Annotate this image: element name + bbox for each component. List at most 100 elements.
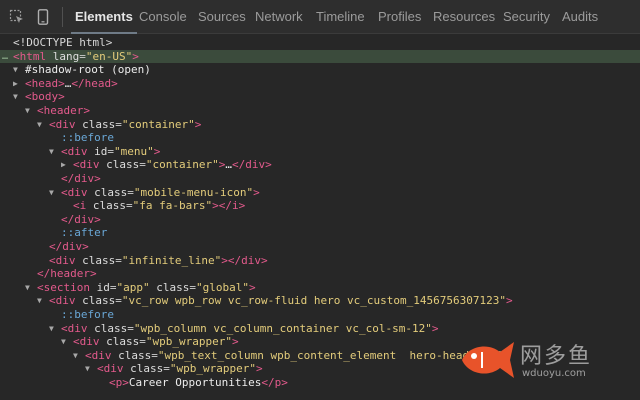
expand-triangle-icon[interactable]: ▼ (61, 335, 73, 348)
dom-token-punct: = (79, 49, 86, 63)
expand-triangle-icon[interactable]: ▼ (49, 145, 61, 158)
dom-token-val: "fa fa-bars" (132, 199, 213, 213)
dom-token-attr: id (89, 280, 110, 294)
dom-token-tag: <div (49, 253, 76, 267)
dom-token-punct: = (127, 185, 134, 199)
dom-node-line[interactable]: ▼ #shadow-root (open) (0, 63, 640, 76)
dom-token-doctype: <!DOCTYPE html> (13, 36, 113, 49)
tab-audits[interactable]: Audits (562, 0, 598, 34)
dom-token-attr: class (86, 199, 126, 213)
dom-token-tag: </p> (261, 376, 288, 389)
dom-token-punct: = (127, 321, 134, 335)
dom-node-line[interactable]: <!DOCTYPE html> (0, 36, 640, 49)
dom-token-tag: <div (61, 144, 88, 158)
dom-token-punct: = (139, 158, 146, 172)
expand-triangle-icon[interactable]: ▼ (73, 349, 85, 362)
expand-triangle-icon[interactable]: ▼ (13, 90, 25, 103)
dom-node-line[interactable]: ▼ <div class="mobile-menu-icon"> (0, 186, 640, 199)
node-more-ellipsis[interactable]: … (2, 50, 8, 63)
expand-triangle-icon[interactable]: ▼ (85, 362, 97, 375)
dom-node-line[interactable]: <div class="infinite_line"></div> (0, 254, 640, 267)
dom-token-tag: <div (73, 335, 100, 349)
expand-triangle-icon[interactable]: ▼ (49, 186, 61, 199)
dom-token-val: "container" (121, 117, 195, 131)
dom-node-line[interactable]: ▼ <section id="app" class="global"> (0, 281, 640, 294)
tab-console[interactable]: Console (139, 0, 187, 34)
dom-token-attr: class (75, 294, 116, 308)
device-mode-icon[interactable] (34, 8, 52, 26)
dom-node-line[interactable]: ::before (0, 131, 640, 144)
tab-security[interactable]: Security (503, 0, 550, 34)
dom-token-text: #shadow-root (open) (25, 63, 151, 77)
dom-token-tag: <body> (25, 90, 65, 104)
dom-node-line[interactable]: ▶ <div class="container">…</div> (0, 158, 640, 171)
dom-token-tag: </div> (49, 240, 89, 253)
dom-token-tag: <div (49, 294, 76, 308)
watermark-brand: 网多鱼 (520, 344, 593, 369)
tab-resources[interactable]: Resources (433, 0, 495, 34)
dom-token-attr: class (149, 280, 190, 294)
dom-token-val: "wpb_text_column wpb_content_element her… (157, 348, 503, 362)
dom-node-line[interactable]: ▼ <body> (0, 90, 640, 103)
dom-token-val: "global" (195, 280, 249, 294)
dom-token-tag: <section (37, 280, 90, 294)
dom-node-line[interactable]: ▼ <div id="menu"> (0, 145, 640, 158)
dom-token-tag: > (248, 280, 256, 294)
collapse-triangle-icon[interactable]: ▶ (13, 77, 25, 90)
dom-token-pseudo: ::after (61, 226, 108, 240)
tab-timeline[interactable]: Timeline (316, 0, 365, 34)
dom-node-line[interactable]: ::after (0, 226, 640, 239)
dom-node-line[interactable]: </div> (0, 240, 640, 253)
expand-triangle-icon[interactable]: ▼ (13, 63, 25, 76)
dom-token-tag: > (505, 294, 513, 308)
dom-token-text: Career Opportunities (128, 376, 262, 389)
dom-token-tag: </div> (61, 212, 101, 226)
expand-triangle-icon[interactable]: ▼ (25, 281, 37, 294)
dom-node-line[interactable]: ::before (0, 308, 640, 321)
tab-network[interactable]: Network (255, 0, 303, 34)
dom-token-punct: = (115, 117, 122, 131)
dom-node-line[interactable]: … <html lang="en-US"> (0, 49, 640, 63)
watermark-url: wduoyu.com (522, 368, 586, 379)
dom-node-line[interactable]: ▶ <head>…</head> (0, 77, 640, 90)
dom-token-attr: id (87, 144, 108, 158)
dom-node-line[interactable]: </div> (0, 213, 640, 226)
expand-triangle-icon[interactable]: ▼ (49, 322, 61, 335)
inspect-element-icon[interactable] (8, 8, 26, 26)
dom-node-line[interactable]: ▼ <div class="container"> (0, 118, 640, 131)
dom-token-pseudo: ::before (61, 308, 114, 321)
dom-token-tag: <div (61, 185, 88, 199)
dom-node-line[interactable]: ▼ <div class="vc_row wpb_row vc_row-fluid… (0, 294, 640, 307)
expand-triangle-icon[interactable]: ▼ (37, 118, 49, 131)
dom-token-attr: class (75, 117, 116, 131)
dom-token-tag: <div (49, 117, 76, 131)
dom-token-text: … (225, 158, 232, 172)
dom-token-tag: <div (61, 321, 88, 335)
dom-token-attr: class (75, 253, 116, 267)
dom-token-val: "infinite_line" (121, 253, 222, 267)
dom-token-punct: = (126, 199, 133, 213)
dom-token-attr: class (87, 185, 128, 199)
dom-token-punct: = (189, 280, 196, 294)
dom-token-tag: ></i> (212, 199, 246, 213)
tab-profiles[interactable]: Profiles (378, 0, 421, 34)
dom-node-line[interactable]: ▼ <header> (0, 104, 640, 117)
tab-sources[interactable]: Sources (198, 0, 246, 34)
dom-token-val: "vc_row wpb_row vc_row-fluid hero vc_cus… (121, 294, 506, 308)
dom-node-line[interactable]: ▼ <div class="wpb_column vc_column_contai… (0, 322, 640, 335)
dom-token-val: "wpb_wrapper" (145, 335, 232, 349)
collapse-triangle-icon[interactable]: ▶ (61, 158, 73, 171)
dom-token-punct: = (115, 253, 122, 267)
devtools-toolbar: Elements Console Sources Network Timeline Pro… (0, 0, 640, 34)
dom-token-tag: > (431, 321, 439, 335)
dom-node-line[interactable]: </div> (0, 172, 640, 185)
dom-node-line[interactable]: <i class="fa fa-bars"></i> (0, 199, 640, 212)
toolbar-separator (62, 7, 63, 27)
expand-triangle-icon[interactable]: ▼ (25, 104, 37, 117)
expand-triangle-icon[interactable]: ▼ (37, 294, 49, 307)
dom-token-val: "en-US" (85, 49, 133, 63)
watermark: 网多鱼 wduoyu.com (458, 334, 628, 386)
tab-elements[interactable]: Elements (71, 0, 137, 34)
dom-node-line[interactable]: </header> (0, 267, 640, 280)
fish-logo-icon (462, 342, 514, 378)
